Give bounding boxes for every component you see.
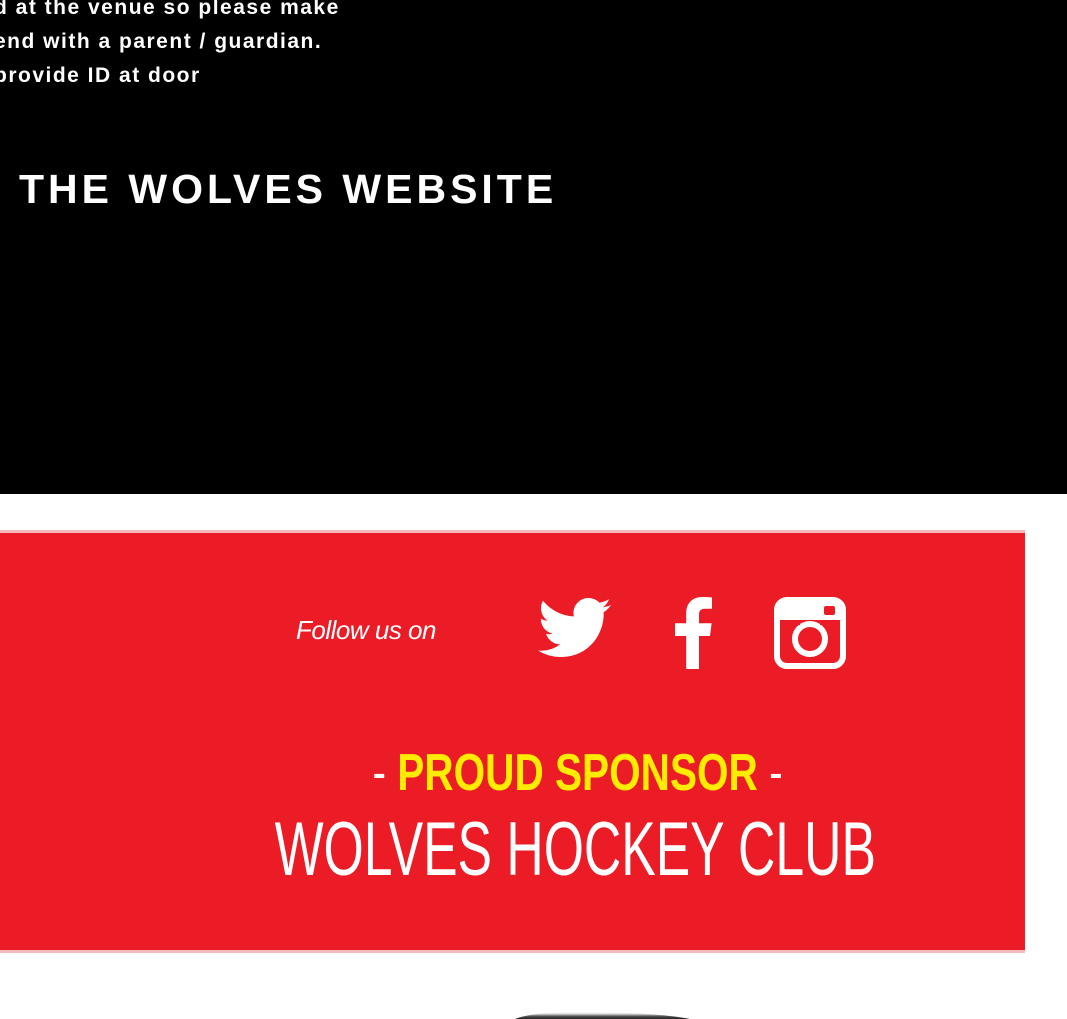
- notice-line: provide ID at door: [0, 64, 201, 87]
- twitter-icon[interactable]: [538, 597, 612, 663]
- facebook-f-glyph: [675, 597, 712, 669]
- proud-sponsor-label: PROUD SPONSOR: [397, 744, 758, 802]
- sponsor-dash-left: -: [372, 744, 386, 802]
- twitter-bird-glyph: [538, 598, 611, 657]
- sponsor-dash-right: -: [769, 744, 783, 802]
- notice-line: end with a parent / guardian.: [0, 30, 323, 53]
- event-info-section: d at the venue so please make end with a…: [0, 0, 1067, 494]
- sponsor-banner[interactable]: Follow us on - PROUD SPONSOR - WOLVES HO…: [0, 530, 1025, 953]
- bottom-image-strip: [0, 953, 1067, 1019]
- proud-sponsor-heading: - PROUD SPONSOR -: [127, 743, 1029, 803]
- partial-photo-edges: [18, 1003, 690, 1019]
- notice-line: d at the venue so please make: [0, 0, 340, 19]
- instagram-camera-glyph: [774, 597, 846, 669]
- wolves-website-link[interactable]: THE WOLVES WEBSITE: [19, 166, 557, 213]
- facebook-icon[interactable]: [673, 597, 713, 669]
- follow-us-label: Follow us on: [296, 615, 436, 645]
- attendance-notice: d at the venue so please make end with a…: [0, 0, 340, 93]
- instagram-icon[interactable]: [774, 597, 846, 669]
- page: d at the venue so please make end with a…: [0, 0, 1067, 1019]
- club-name-heading: WOLVES HOCKEY CLUB: [274, 807, 876, 892]
